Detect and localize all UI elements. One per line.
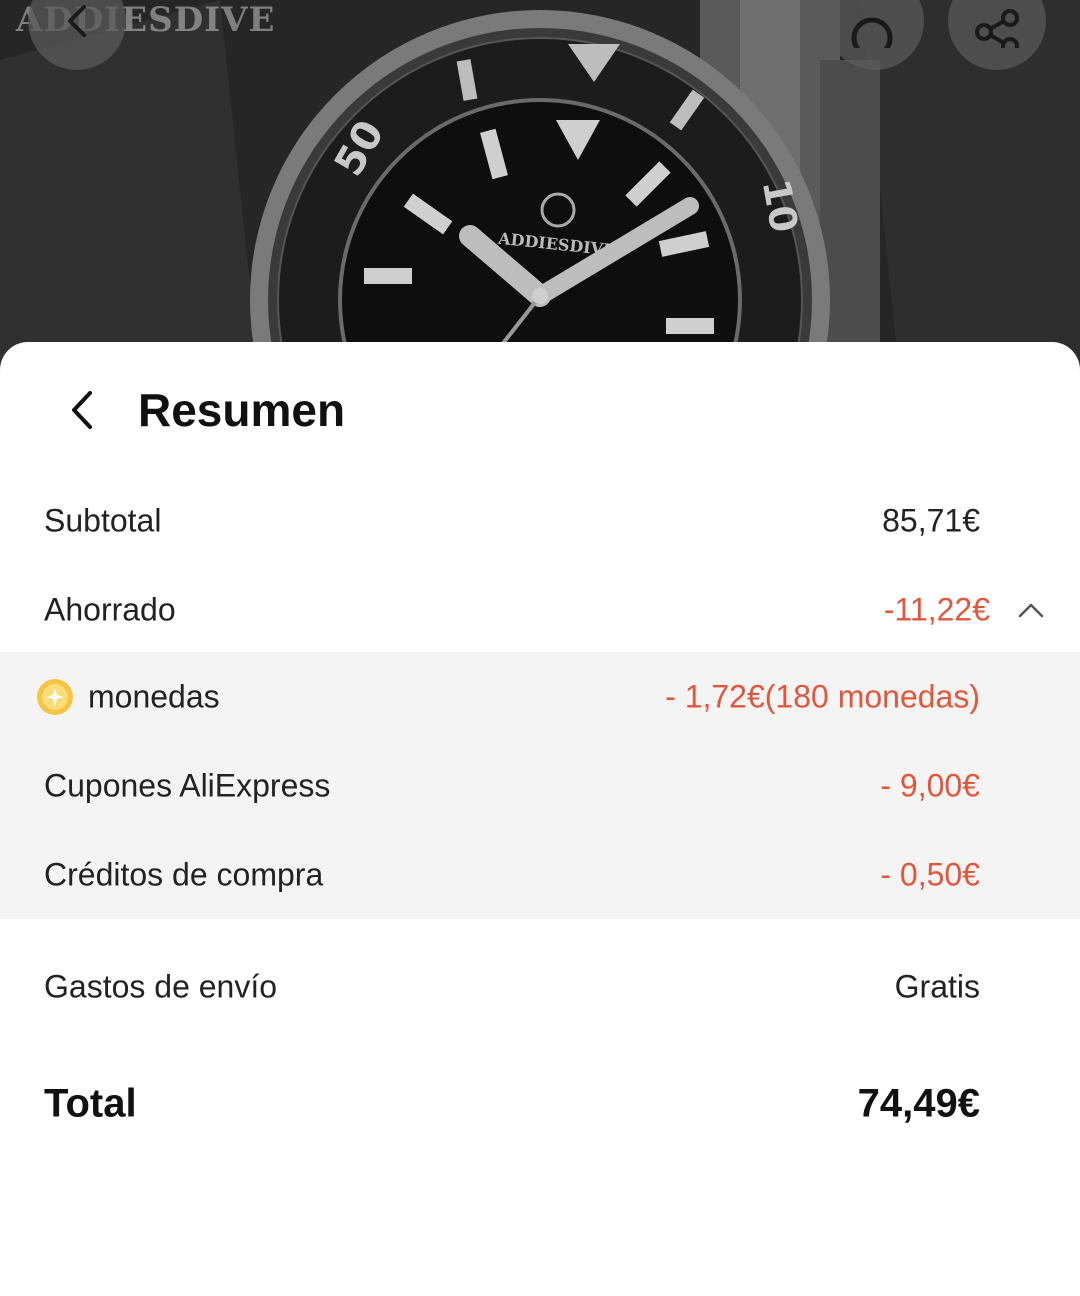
shipping-row: Gastos de envío Gratis xyxy=(0,942,1080,1032)
total-row: Total 74,49€ xyxy=(0,1056,1080,1152)
coins-row: monedas - 1,72€(180 monedas) xyxy=(0,652,1080,741)
order-summary-screen: ADDIESDIVE 50 10 ADDIESDIVE Resumen Subt… xyxy=(0,0,1080,1296)
chevron-left-icon xyxy=(68,5,86,37)
subtotal-label: Subtotal xyxy=(44,502,162,538)
product-image-backdrop: ADDIESDIVE 50 10 ADDIESDIVE xyxy=(0,0,1080,380)
credits-label: Créditos de compra xyxy=(44,856,324,892)
chevron-up-icon[interactable] xyxy=(1018,600,1044,620)
subtotal-value: 85,71€ xyxy=(882,502,980,538)
coin-icon xyxy=(37,678,73,715)
watch-photo: ADDIESDIVE 50 10 xyxy=(0,0,1080,380)
saved-value: -11,22€ xyxy=(883,591,990,627)
share-icon xyxy=(975,9,1019,48)
coins-label: monedas xyxy=(88,678,220,714)
total-value: 74,49€ xyxy=(857,1081,980,1126)
search-icon xyxy=(851,17,893,48)
saved-label: Ahorrado xyxy=(44,591,176,627)
shipping-label: Gastos de envío xyxy=(44,968,278,1005)
bezel-numeral-10: 10 xyxy=(754,176,807,236)
saved-row[interactable]: Ahorrado -11,22€ xyxy=(0,565,1080,654)
sheet-title: Resumen xyxy=(138,384,346,436)
coupons-label: Cupones AliExpress xyxy=(44,767,331,803)
subtotal-row: Subtotal 85,71€ xyxy=(0,476,1080,565)
credits-row: Créditos de compra - 0,50€ xyxy=(0,830,1080,919)
summary-sheet: Resumen Subtotal 85,71€ Ahorrado -11,22€ xyxy=(0,342,1080,1296)
credits-value: - 0,50€ xyxy=(880,856,980,892)
sheet-header: Resumen xyxy=(0,342,1080,482)
chevron-left-icon xyxy=(72,391,92,429)
coupons-value: - 9,00€ xyxy=(880,767,980,803)
discount-breakdown: monedas - 1,72€(180 monedas) Cupones Ali… xyxy=(0,652,1080,919)
total-label: Total xyxy=(44,1081,137,1126)
coins-value: - 1,72€(180 monedas) xyxy=(665,678,980,714)
coupons-row: Cupones AliExpress - 9,00€ xyxy=(0,741,1080,830)
sheet-back-button[interactable] xyxy=(58,382,106,438)
shipping-value: Gratis xyxy=(894,968,980,1005)
